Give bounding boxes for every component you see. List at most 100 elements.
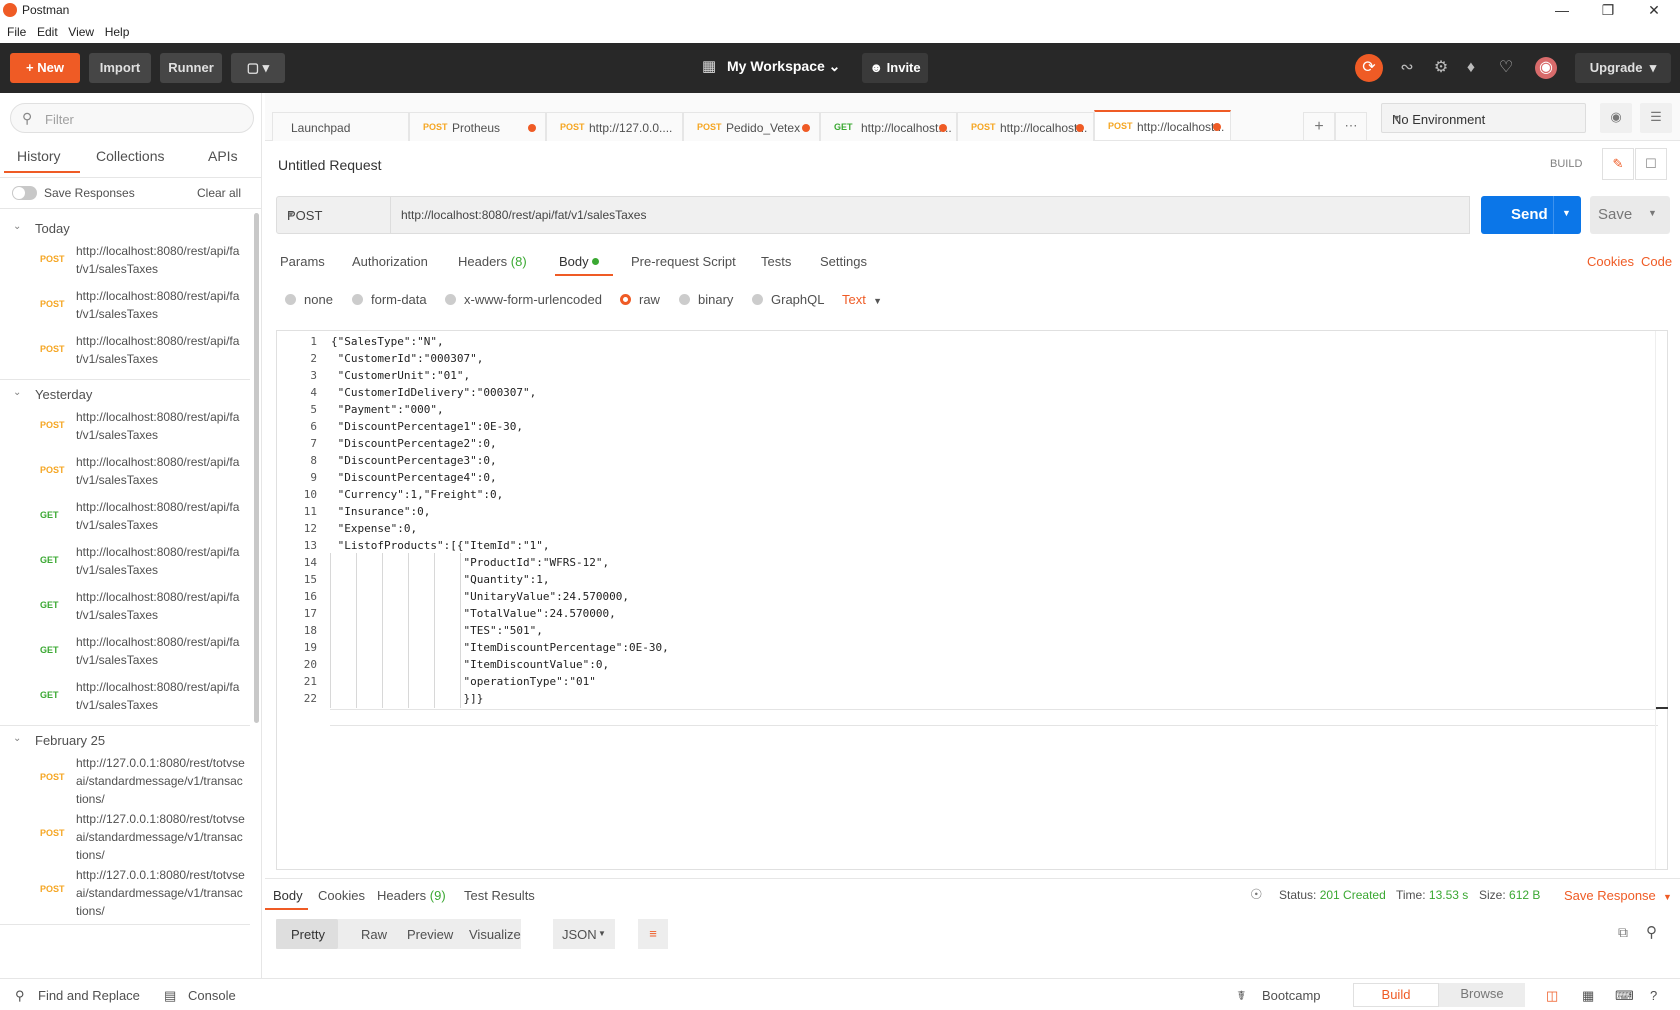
workspace-selector[interactable]: My Workspace ⌄ <box>727 58 840 75</box>
upgrade-button[interactable]: Upgrade ▾ <box>1575 53 1671 83</box>
radio-x-www-form-urlencoded[interactable]: x-www-form-urlencoded <box>445 292 602 307</box>
close-icon[interactable]: ✕ <box>1632 0 1676 21</box>
browse-toggle[interactable]: Browse <box>1439 983 1525 1007</box>
body-editor[interactable]: 1 {"SalesType":"N", 2 "CustomerId":"000307… <box>276 330 1668 870</box>
history-item[interactable]: POST http://127.0.0.1:8080/rest/totvseai/… <box>0 866 255 922</box>
tab-apis[interactable]: APIs <box>208 148 238 164</box>
bootcamp-button[interactable]: Bootcamp <box>1262 988 1321 1003</box>
history-item[interactable]: POST http://localhost:8080/rest/api/fat/v… <box>0 453 255 498</box>
history-item[interactable]: POST http://127.0.0.1:8080/rest/totvseai/… <box>0 810 255 866</box>
radio-graphql[interactable]: GraphQL <box>752 292 824 307</box>
history-item[interactable]: POST http://localhost:8080/rest/api/fat/v… <box>0 408 255 453</box>
history-item[interactable]: GET http://localhost:8080/rest/api/fat/v1… <box>0 498 255 543</box>
sidebar-scrollbar[interactable] <box>254 213 259 723</box>
sliders-icon[interactable]: ☰ <box>1640 103 1672 133</box>
minimize-icon[interactable]: — <box>1540 0 1584 21</box>
satellite-icon[interactable]: ∾ <box>1396 57 1418 79</box>
code-link[interactable]: Code <box>1641 254 1672 269</box>
tab-tests[interactable]: Tests <box>761 254 791 269</box>
radio-form-data[interactable]: form-data <box>352 292 427 307</box>
filter-input[interactable]: ⚲ Filter <box>10 103 254 133</box>
resp-tab-body[interactable]: Body <box>273 888 303 903</box>
tab-history[interactable]: History <box>17 148 61 164</box>
body-type-select[interactable]: Text ▼ <box>842 292 882 307</box>
format-visualize[interactable]: Visualize <box>469 927 521 942</box>
line-number: 1 <box>310 335 317 348</box>
layout-icon[interactable]: ▦ <box>1582 988 1594 1004</box>
resp-tab-headers[interactable]: Headers (9) <box>377 888 446 903</box>
method-select[interactable]: POST ▼ <box>276 196 391 234</box>
history-item[interactable]: GET http://localhost:8080/rest/api/fat/v1… <box>0 588 255 633</box>
help-icon[interactable]: ? <box>1650 988 1657 1003</box>
two-pane-icon[interactable]: ◫ <box>1546 988 1558 1004</box>
console-button[interactable]: Console <box>188 988 236 1003</box>
menu-edit[interactable]: Edit <box>37 25 58 39</box>
radio-raw[interactable]: raw <box>620 292 660 307</box>
invite-button[interactable]: ☻ Invite <box>862 53 928 83</box>
request-tab[interactable]: GET http://localhost:... <box>820 112 957 141</box>
send-button[interactable]: Send ▼ <box>1481 196 1581 234</box>
tab-authorization[interactable]: Authorization <box>352 254 428 269</box>
add-tab-button[interactable]: + <box>1303 112 1335 141</box>
request-tab[interactable]: POST http://127.0.0.... <box>546 112 683 141</box>
request-tab[interactable]: POST http://localhost... <box>1094 110 1231 140</box>
resp-tab-test-results[interactable]: Test Results <box>464 888 535 903</box>
clear-all-button[interactable]: Clear all <box>197 186 241 200</box>
history-item[interactable]: GET http://localhost:8080/rest/api/fat/v1… <box>0 633 255 678</box>
menu-help[interactable]: Help <box>105 25 130 39</box>
save-responses-toggle[interactable] <box>12 186 37 200</box>
request-tab[interactable]: POST Protheus <box>409 112 546 141</box>
tab-collections[interactable]: Collections <box>96 148 164 164</box>
history-item[interactable]: POST http://127.0.0.1:8080/rest/totvseai/… <box>0 754 255 810</box>
import-button[interactable]: Import <box>89 53 151 83</box>
editor-scrollbar[interactable] <box>1655 331 1667 869</box>
more-tabs-icon[interactable]: ⋯ <box>1335 112 1367 141</box>
eye-icon[interactable]: ◉ <box>1600 103 1632 133</box>
restore-icon[interactable]: ❐ <box>1586 0 1630 21</box>
edit-icon[interactable]: ✎ <box>1602 148 1634 180</box>
request-name[interactable]: Untitled Request <box>278 157 382 173</box>
format-preview[interactable]: Preview <box>407 927 453 942</box>
keyboard-icon[interactable]: ⌨ <box>1615 988 1634 1004</box>
save-button[interactable]: Save ▼ <box>1590 196 1670 234</box>
history-item[interactable]: POST http://localhost:8080/rest/api/fat/v… <box>0 332 255 377</box>
tab-params[interactable]: Params <box>280 254 325 269</box>
heart-icon[interactable]: ♡ <box>1495 57 1517 79</box>
new-window-button[interactable]: ▢ ▾ <box>231 53 285 83</box>
tab-headers[interactable]: Headers (8) <box>458 254 527 269</box>
comment-icon[interactable]: ☐ <box>1635 148 1667 180</box>
cookies-link[interactable]: Cookies <box>1587 254 1634 269</box>
resp-tab-cookies[interactable]: Cookies <box>318 888 365 903</box>
request-tab[interactable]: Launchpad <box>272 112 409 141</box>
lang-select[interactable]: JSON ▼ <box>553 919 615 949</box>
runner-button[interactable]: Runner <box>160 53 222 83</box>
url-input[interactable]: http://localhost:8080/rest/api/fat/v1/sa… <box>390 196 1470 234</box>
save-response-button[interactable]: Save Response ▼ <box>1564 888 1672 903</box>
environment-select[interactable]: No Environment ▼ <box>1381 103 1586 133</box>
new-button[interactable]: + New <box>10 53 80 83</box>
copy-icon[interactable]: ⧉ <box>1618 924 1628 941</box>
build-toggle[interactable]: Build <box>1353 983 1439 1007</box>
tab-settings[interactable]: Settings <box>820 254 867 269</box>
radio-none[interactable]: none <box>285 292 333 307</box>
history-item[interactable]: GET http://localhost:8080/rest/api/fat/v1… <box>0 678 255 723</box>
search-icon[interactable]: ⚲ <box>1646 923 1657 941</box>
format-pretty[interactable]: Pretty <box>291 927 325 942</box>
settings-icon[interactable]: ⚙ <box>1430 57 1452 79</box>
tab-body[interactable]: Body <box>559 254 600 269</box>
format-raw[interactable]: Raw <box>361 927 387 942</box>
menu-view[interactable]: View <box>68 25 94 39</box>
radio-binary[interactable]: binary <box>679 292 733 307</box>
request-tab[interactable]: POST http://localhost... <box>957 112 1094 141</box>
find-replace-button[interactable]: Find and Replace <box>38 988 140 1003</box>
sync-icon[interactable]: ⟳ <box>1355 54 1383 82</box>
history-item[interactable]: POST http://localhost:8080/rest/api/fat/v… <box>0 287 255 332</box>
history-item[interactable]: GET http://localhost:8080/rest/api/fat/v1… <box>0 543 255 588</box>
history-item[interactable]: POST http://localhost:8080/rest/api/fat/v… <box>0 242 255 287</box>
wrap-lines-icon[interactable]: ≡ <box>638 919 668 949</box>
tab-pre-request-script[interactable]: Pre-request Script <box>631 254 736 269</box>
bell-icon[interactable]: ♦ <box>1460 57 1482 79</box>
menu-file[interactable]: File <box>7 25 26 39</box>
request-tab[interactable]: POST Pedido_Vetex <box>683 112 820 141</box>
avatar[interactable]: ◉ <box>1535 57 1557 79</box>
